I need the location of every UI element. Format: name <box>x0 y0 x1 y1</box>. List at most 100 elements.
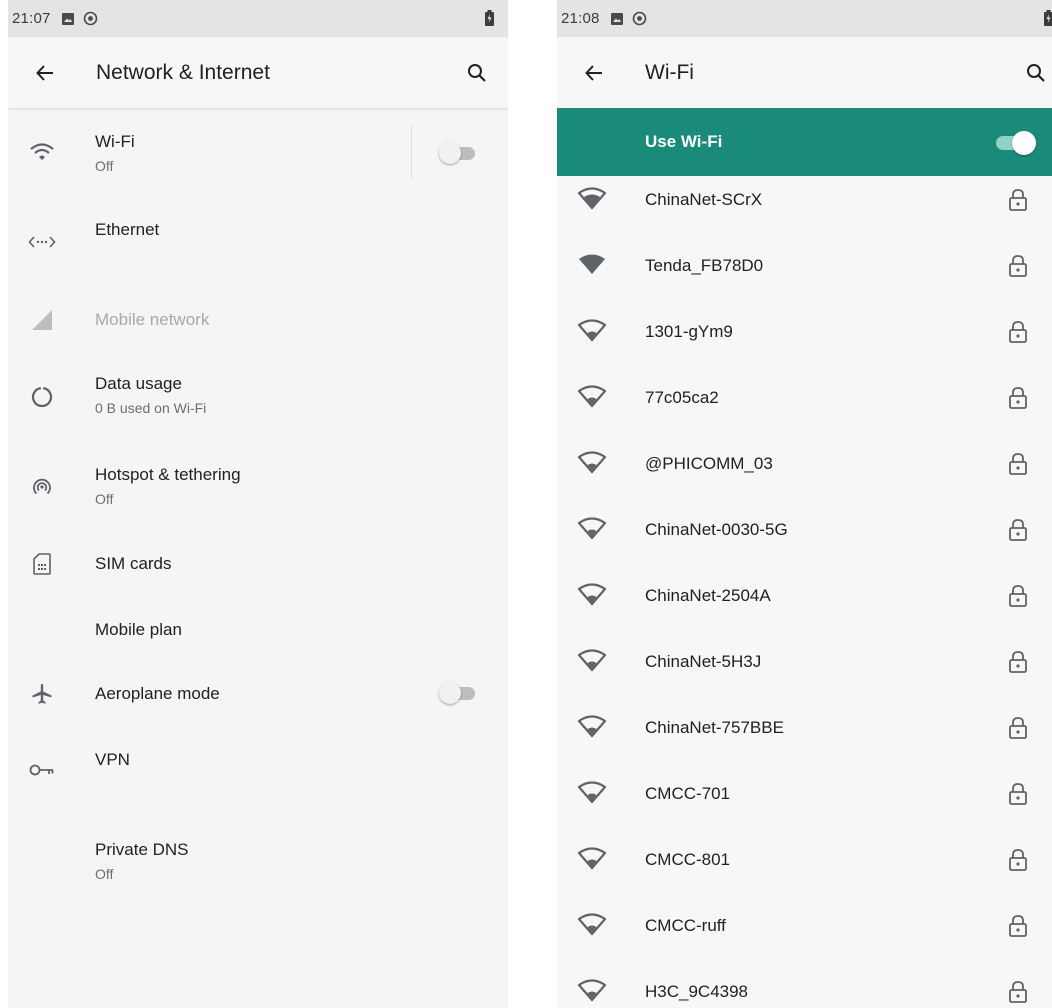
aeroplane-mode-setting-item[interactable]: Aeroplane mode <box>8 662 508 726</box>
status-time: 21:07 <box>12 10 51 27</box>
wifi-network-item[interactable]: ChinaNet-5H3J <box>557 630 1052 696</box>
back-button[interactable] <box>32 60 58 86</box>
wifi-signal-icon <box>577 319 607 342</box>
private-dns-title: Private DNS <box>95 840 189 859</box>
wifi-signal-icon <box>577 649 607 672</box>
status-bar: 21:08 <box>557 0 1052 37</box>
ethernet-icon <box>28 228 56 256</box>
wifi-network-item[interactable]: @PHICOMM_03 <box>557 432 1052 498</box>
mobile-plan-title: Mobile plan <box>95 620 182 639</box>
wifi-network-name: ChinaNet-0030-5G <box>645 520 788 539</box>
wifi-signal-icon <box>577 583 607 606</box>
use-wifi-toggle[interactable] <box>996 131 1038 155</box>
lock-icon <box>1009 519 1027 541</box>
battery-icon <box>1044 10 1052 26</box>
lock-icon <box>1009 651 1027 673</box>
private-dns-setting-item[interactable]: Private DNS Off <box>8 820 508 900</box>
lock-icon <box>1009 915 1027 937</box>
arrow-back-icon <box>585 65 602 81</box>
wifi-signal-icon <box>579 254 605 274</box>
wifi-signal-icon <box>577 451 607 474</box>
image-notification-icon <box>610 12 623 25</box>
wifi-signal-icon <box>577 715 607 738</box>
wifi-network-item[interactable]: H3C_9C4398 <box>557 960 1052 1008</box>
wifi-network-name: @PHICOMM_03 <box>645 454 773 473</box>
vpn-setting-item[interactable]: VPN <box>8 730 508 810</box>
wifi-network-name: ChinaNet-2504A <box>645 586 771 605</box>
sim-cards-title: SIM cards <box>95 554 172 573</box>
mobile-plan-setting-item[interactable]: Mobile plan <box>8 598 508 662</box>
sim-cards-setting-item[interactable]: SIM cards <box>8 532 508 596</box>
lock-icon <box>1009 981 1027 1003</box>
lock-icon <box>1009 189 1027 211</box>
hotspot-icon <box>28 473 56 501</box>
wifi-network-item[interactable]: CMCC-ruff <box>557 894 1052 960</box>
wifi-icon <box>28 138 56 166</box>
search-icon <box>1027 64 1045 82</box>
battery-icon <box>485 10 494 26</box>
wifi-network-item[interactable]: ChinaNet-757BBE <box>557 696 1052 762</box>
ethernet-title: Ethernet <box>95 220 160 239</box>
data-usage-icon <box>28 383 56 411</box>
wifi-signal-icon <box>577 979 607 1002</box>
search-button[interactable] <box>1023 60 1049 86</box>
lock-icon <box>1009 717 1027 739</box>
private-dns-subtitle: Off <box>95 866 114 882</box>
image-notification-icon <box>61 12 74 25</box>
wifi-network-item[interactable]: CMCC-701 <box>557 762 1052 828</box>
wifi-signal-icon <box>577 385 607 408</box>
airplane-icon <box>28 680 56 708</box>
wifi-network-item[interactable]: ChinaNet-0030-5G <box>557 498 1052 564</box>
back-button[interactable] <box>581 60 607 86</box>
lock-icon <box>1009 255 1027 277</box>
wifi-network-item[interactable]: Tenda_FB78D0 <box>557 234 1052 300</box>
use-wifi-label: Use Wi-Fi <box>645 132 723 151</box>
wifi-screen: 21:08 Wi-Fi Use Wi-Fi ChinaNet-SCrX Tenda… <box>557 0 1052 1008</box>
app-bar: Wi-Fi <box>557 37 1052 108</box>
page-title: Network & Internet <box>96 60 270 84</box>
wifi-network-name: H3C_9C4398 <box>645 982 749 1001</box>
status-time: 21:08 <box>561 10 600 27</box>
hotspot-tethering-setting-item[interactable]: Hotspot & tethering Off <box>8 452 508 524</box>
vpn-title: VPN <box>95 750 130 769</box>
use-wifi-bar[interactable]: Use Wi-Fi <box>557 108 1052 176</box>
wifi-network-item[interactable]: ChinaNet-SCrX <box>557 168 1052 234</box>
aeroplane-mode-toggle[interactable] <box>439 682 477 704</box>
wifi-network-item[interactable]: ChinaNet-2504A <box>557 564 1052 630</box>
wifi-subtitle: Off <box>95 158 114 174</box>
wifi-network-name: 1301-gYm9 <box>645 322 733 341</box>
wifi-toggle[interactable] <box>439 142 477 164</box>
wifi-network-item[interactable]: 77c05ca2 <box>557 366 1052 432</box>
mobile-network-setting-item[interactable]: Mobile network <box>8 288 508 352</box>
data-usage-title: Data usage <box>95 374 182 393</box>
lock-icon <box>1009 321 1027 343</box>
hotspot-subtitle: Off <box>95 491 114 507</box>
wifi-setting-item[interactable]: Wi-Fi Off <box>8 108 508 198</box>
wifi-network-name: CMCC-801 <box>645 850 731 869</box>
lock-icon <box>1009 387 1027 409</box>
wifi-network-name: CMCC-ruff <box>645 916 726 935</box>
search-icon <box>468 64 486 82</box>
sync-notification-icon <box>632 11 646 26</box>
ethernet-setting-item[interactable]: Ethernet <box>8 198 508 278</box>
wifi-title: Wi-Fi <box>95 132 135 151</box>
app-bar: Network & Internet <box>8 37 508 108</box>
wifi-network-name: CMCC-701 <box>645 784 731 803</box>
wifi-network-name: 77c05ca2 <box>645 388 719 407</box>
wifi-network-item[interactable]: CMCC-801 <box>557 828 1052 894</box>
data-usage-setting-item[interactable]: Data usage 0 B used on Wi-Fi <box>8 362 508 438</box>
wifi-network-name: ChinaNet-5H3J <box>645 652 762 671</box>
wifi-network-item[interactable]: 1301-gYm9 <box>557 300 1052 366</box>
search-button[interactable] <box>464 60 490 86</box>
sim-card-icon <box>28 550 56 578</box>
vpn-key-icon <box>28 756 56 784</box>
data-usage-subtitle: 0 B used on Wi-Fi <box>95 400 207 416</box>
lock-icon <box>1009 585 1027 607</box>
wifi-network-name: ChinaNet-SCrX <box>645 190 763 209</box>
lock-icon <box>1009 849 1027 871</box>
wifi-signal-icon <box>577 187 607 210</box>
aeroplane-mode-title: Aeroplane mode <box>95 684 220 703</box>
lock-icon <box>1009 453 1027 475</box>
wifi-network-name: ChinaNet-757BBE <box>645 718 784 737</box>
network-internet-screen: 21:07 Network & Internet Wi-Fi Off Ether… <box>8 0 508 1008</box>
